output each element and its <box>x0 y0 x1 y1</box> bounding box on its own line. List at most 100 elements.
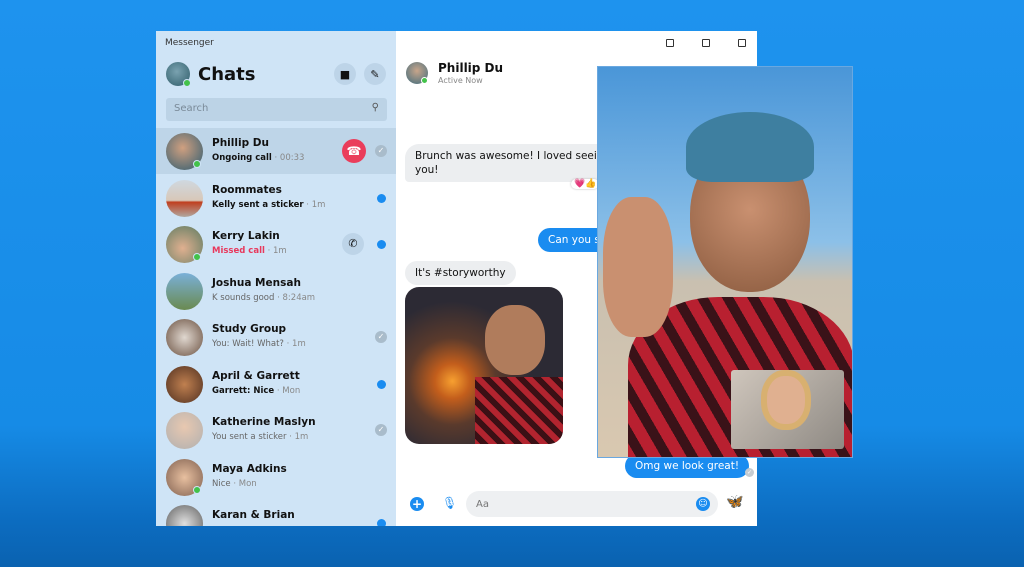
close-button[interactable] <box>738 39 746 47</box>
online-indicator <box>193 160 201 168</box>
chat-avatar <box>166 272 203 310</box>
chat-list-item[interactable]: Study Group You: Wait! What? · 1m ✓ <box>156 314 396 360</box>
online-indicator <box>183 79 191 87</box>
chat-time: 1m <box>292 339 306 349</box>
seen-check-icon: ✓ <box>375 424 387 436</box>
my-avatar[interactable] <box>166 62 191 87</box>
contact-status: Active Now <box>438 76 483 85</box>
search-input[interactable]: Search ⚲ <box>166 98 387 121</box>
message-input[interactable] <box>466 491 718 517</box>
chat-time: 1m <box>294 432 309 442</box>
compose-icon: ✎ <box>370 67 380 81</box>
preview-text: Nice <box>212 478 231 489</box>
new-message-button[interactable]: ✎ <box>364 63 386 85</box>
chat-name: Maya Adkins <box>212 462 287 475</box>
minimize-button[interactable] <box>666 39 674 47</box>
chat-name: Joshua Mensah <box>212 276 301 289</box>
chat-avatar <box>166 412 203 449</box>
chat-preview: Nice · Mon <box>212 478 257 489</box>
chat-list-item[interactable]: Phillip Du Ongoing call · 00:33 ☎ ✓ <box>156 128 396 174</box>
video-call-window[interactable] <box>597 66 853 458</box>
call-back-button[interactable]: ✆ <box>342 233 364 255</box>
preview-text: K sounds good <box>212 292 275 303</box>
online-indicator <box>193 485 201 494</box>
preview-text: Missed call <box>212 246 265 256</box>
chat-preview: You: Wait! What? · 1m <box>212 339 306 349</box>
chat-avatar <box>166 458 203 496</box>
search-placeholder: Search <box>174 103 209 114</box>
composer: + 🎙 ☺ 🦋 <box>396 488 757 526</box>
microphone-icon[interactable]: 🎙 <box>442 496 457 510</box>
chat-preview: K sounds good · 8:24am <box>212 292 316 303</box>
chat-name: Katherine Maslyn <box>212 416 316 428</box>
chat-name: Kerry Lakin <box>212 230 280 242</box>
online-indicator <box>421 77 428 84</box>
message-reactions[interactable]: 💗👍 <box>571 179 600 189</box>
chat-list-item[interactable]: April & Garrett Garrett: Nice · Mon <box>156 361 396 407</box>
hang-up-icon: ☎ <box>346 144 362 158</box>
unread-indicator <box>377 519 386 526</box>
chat-preview: Garrett: Nice · Mon <box>212 385 301 396</box>
chat-preview: Missed call · 1m <box>212 246 287 256</box>
unread-indicator <box>377 193 386 203</box>
photo-message[interactable] <box>405 287 563 444</box>
chat-time: 8:24am <box>282 292 316 303</box>
chat-list-item[interactable]: Roommates Kelly sent a sticker · 1m <box>156 175 396 221</box>
phone-icon: ✆ <box>348 237 358 250</box>
chat-list-item[interactable]: Karan & Brian <box>156 500 396 526</box>
preview-text: You: Wait! What? <box>212 339 284 349</box>
chat-avatar <box>166 505 203 526</box>
remote-video-hand <box>603 197 673 337</box>
chat-time: 1m <box>311 199 326 210</box>
seen-check-icon: ✓ <box>375 331 387 343</box>
plus-icon[interactable]: + <box>410 497 424 511</box>
emoji-icon[interactable]: ☺ <box>696 497 710 511</box>
remote-video-cap <box>686 112 814 182</box>
video-camera-icon: ■ <box>339 67 351 81</box>
chat-avatar <box>166 319 203 356</box>
chat-avatar <box>166 365 203 403</box>
chat-name: Study Group <box>212 323 287 335</box>
chat-avatar <box>166 179 203 217</box>
contact-name[interactable]: Phillip Du <box>438 61 503 75</box>
preview-text: Garrett: Nice <box>212 385 275 396</box>
end-call-button[interactable]: ☎ <box>342 139 366 163</box>
photo-shirt <box>475 377 563 444</box>
online-indicator <box>193 253 201 261</box>
unread-indicator <box>377 240 386 249</box>
maximize-button[interactable] <box>702 39 710 47</box>
preview-text: Kelly sent a sticker <box>212 199 304 210</box>
self-view-video[interactable] <box>731 370 844 449</box>
chat-avatar <box>166 133 203 170</box>
search-icon: ⚲ <box>371 102 379 113</box>
video-call-button[interactable]: ■ <box>334 63 356 85</box>
chat-time: Mon <box>282 385 301 396</box>
chat-name: Karan & Brian <box>212 509 295 521</box>
chat-preview: Ongoing call · 00:33 <box>212 153 305 163</box>
app-title: Messenger <box>165 38 214 48</box>
seen-check-icon: ✓ <box>745 468 754 477</box>
contact-avatar[interactable] <box>406 62 428 84</box>
seen-check-icon: ✓ <box>375 145 387 157</box>
chat-time: Mon <box>238 478 257 489</box>
self-view-face <box>767 376 805 424</box>
chat-name: Roommates <box>212 183 282 196</box>
chat-name: Phillip Du <box>212 137 269 149</box>
chat-list-item[interactable]: Joshua Mensah K sounds good · 8:24am <box>156 268 396 314</box>
message-text: you! <box>415 164 439 176</box>
preview-text: You sent a sticker <box>212 432 287 442</box>
message-bubble[interactable]: Brunch was awesome! I loved seeing you! <box>405 144 621 182</box>
butterfly-icon[interactable]: 🦋 <box>726 494 743 510</box>
chat-preview: Kelly sent a sticker · 1m <box>212 199 326 210</box>
chat-list-item[interactable]: Maya Adkins Nice · Mon <box>156 454 396 500</box>
chat-time: 1m <box>273 246 287 256</box>
chat-list-item[interactable]: Kerry Lakin Missed call · 1m ✆ <box>156 221 396 267</box>
chat-time: 00:33 <box>279 153 305 163</box>
chat-name: April & Garrett <box>212 369 300 382</box>
photo-face <box>485 305 545 375</box>
chat-list-item[interactable]: Katherine Maslyn You sent a sticker · 1m… <box>156 407 396 453</box>
unread-indicator <box>377 379 386 389</box>
preview-text: Ongoing call <box>212 153 272 163</box>
message-bubble[interactable]: It's #storyworthy <box>405 261 516 285</box>
message-text: Brunch was awesome! I loved seeing <box>415 150 611 162</box>
